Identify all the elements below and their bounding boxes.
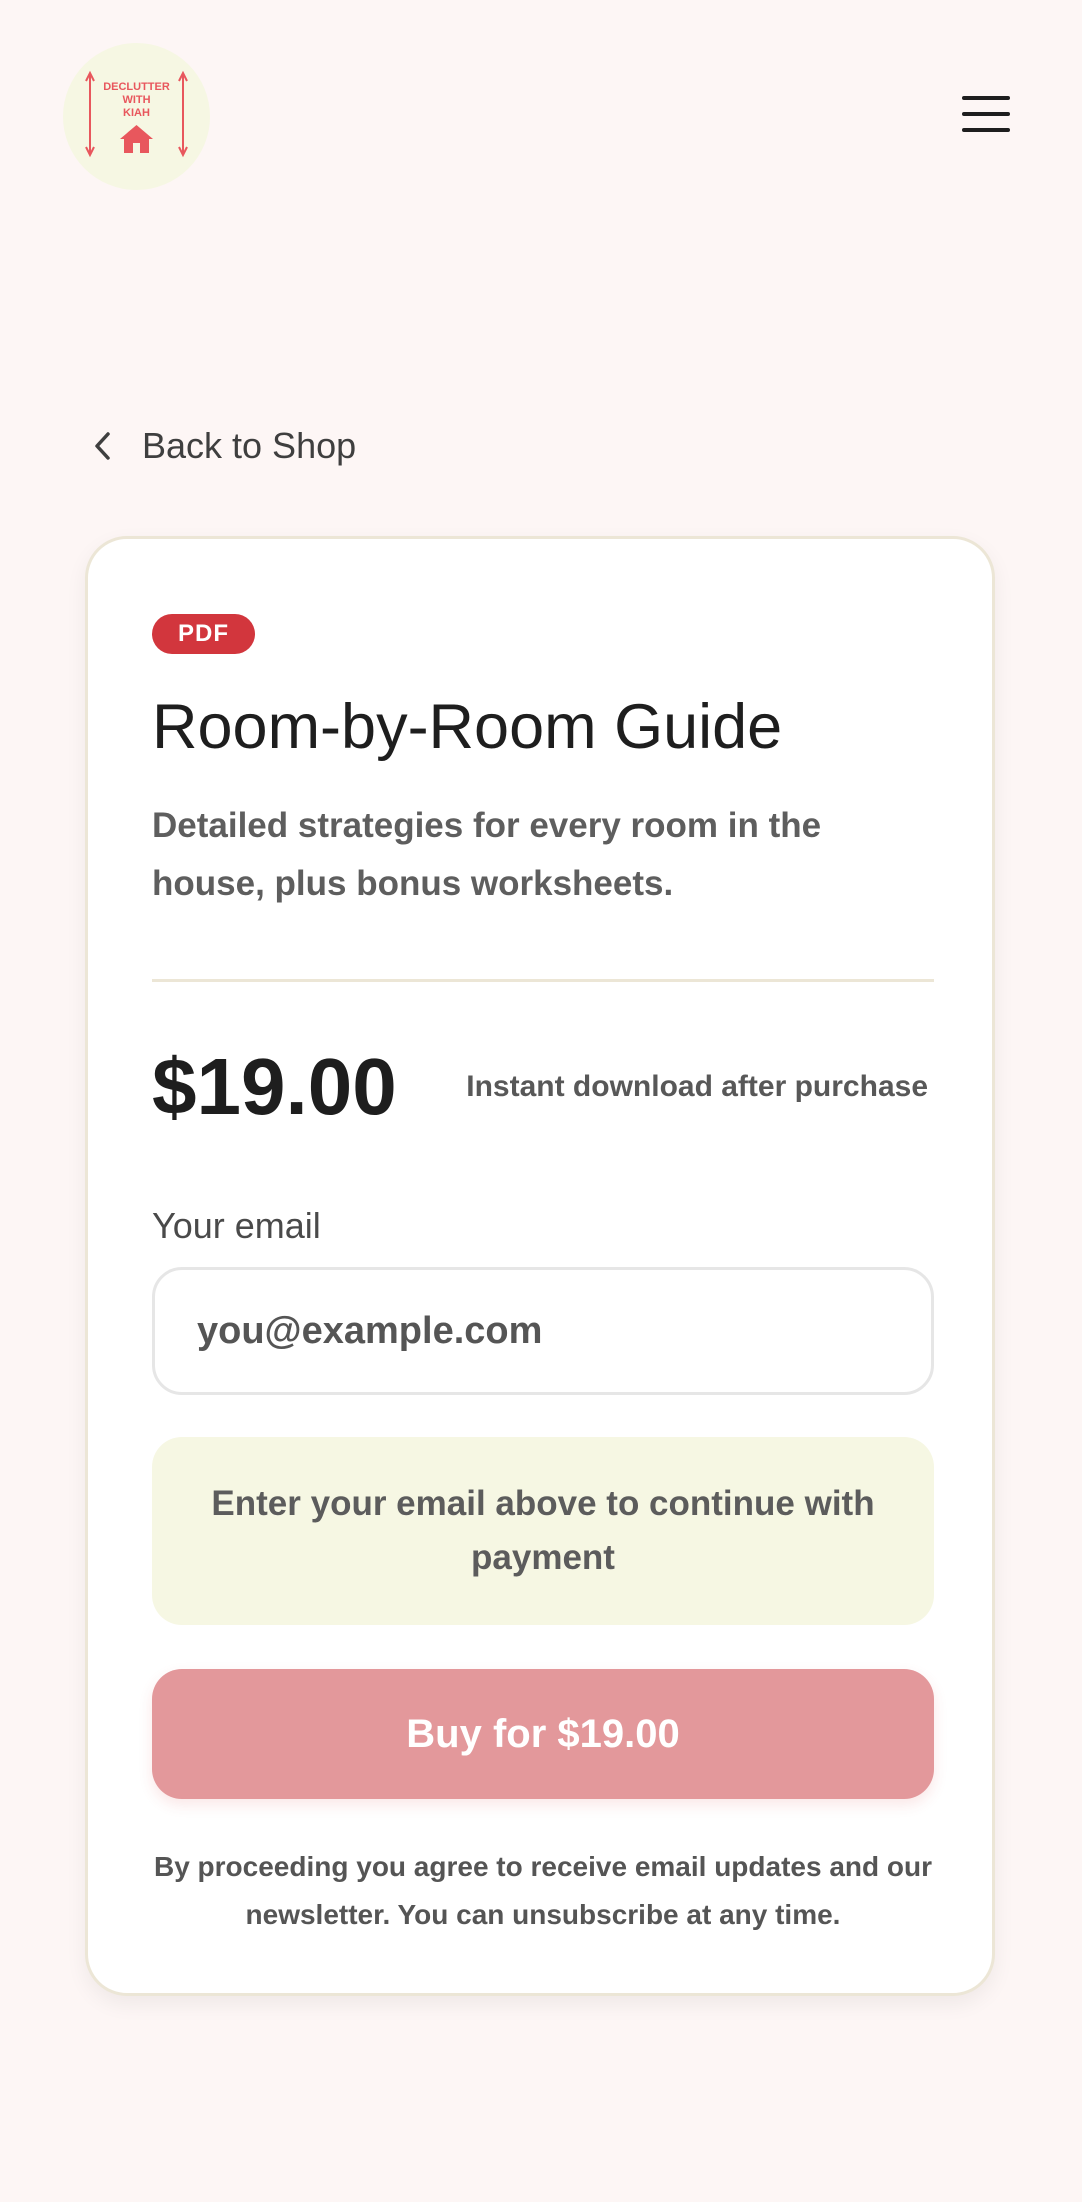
email-input[interactable] bbox=[152, 1267, 934, 1395]
delivery-note: Instant download after purchase bbox=[466, 1070, 928, 1103]
product-card: PDF Room-by-Room Guide Detailed strategi… bbox=[85, 536, 995, 1996]
divider bbox=[152, 979, 934, 982]
brand-logo[interactable]: DECLUTTER WITH KIAH bbox=[63, 43, 210, 190]
back-link-label: Back to Shop bbox=[142, 425, 357, 466]
product-title: Room-by-Room Guide bbox=[152, 692, 783, 762]
hamburger-menu-icon[interactable] bbox=[956, 90, 1016, 140]
site-header: DECLUTTER WITH KIAH bbox=[0, 0, 1082, 230]
chevron-left-icon bbox=[95, 432, 110, 460]
product-description: Detailed strategies for every room in th… bbox=[152, 806, 822, 903]
product-price: $19.00 bbox=[152, 1042, 397, 1131]
email-label: Your email bbox=[152, 1205, 321, 1246]
back-to-shop-link[interactable]: Back to Shop bbox=[88, 420, 356, 472]
email-required-notice: Enter your email above to continue with … bbox=[152, 1437, 934, 1625]
file-type-badge: PDF bbox=[152, 614, 255, 654]
logo-wordmark: DECLUTTER WITH KIAH bbox=[103, 81, 170, 119]
terms-notice: By proceeding you agree to receive email… bbox=[153, 1851, 932, 1930]
buy-button[interactable]: Buy for $19.00 bbox=[152, 1669, 934, 1799]
